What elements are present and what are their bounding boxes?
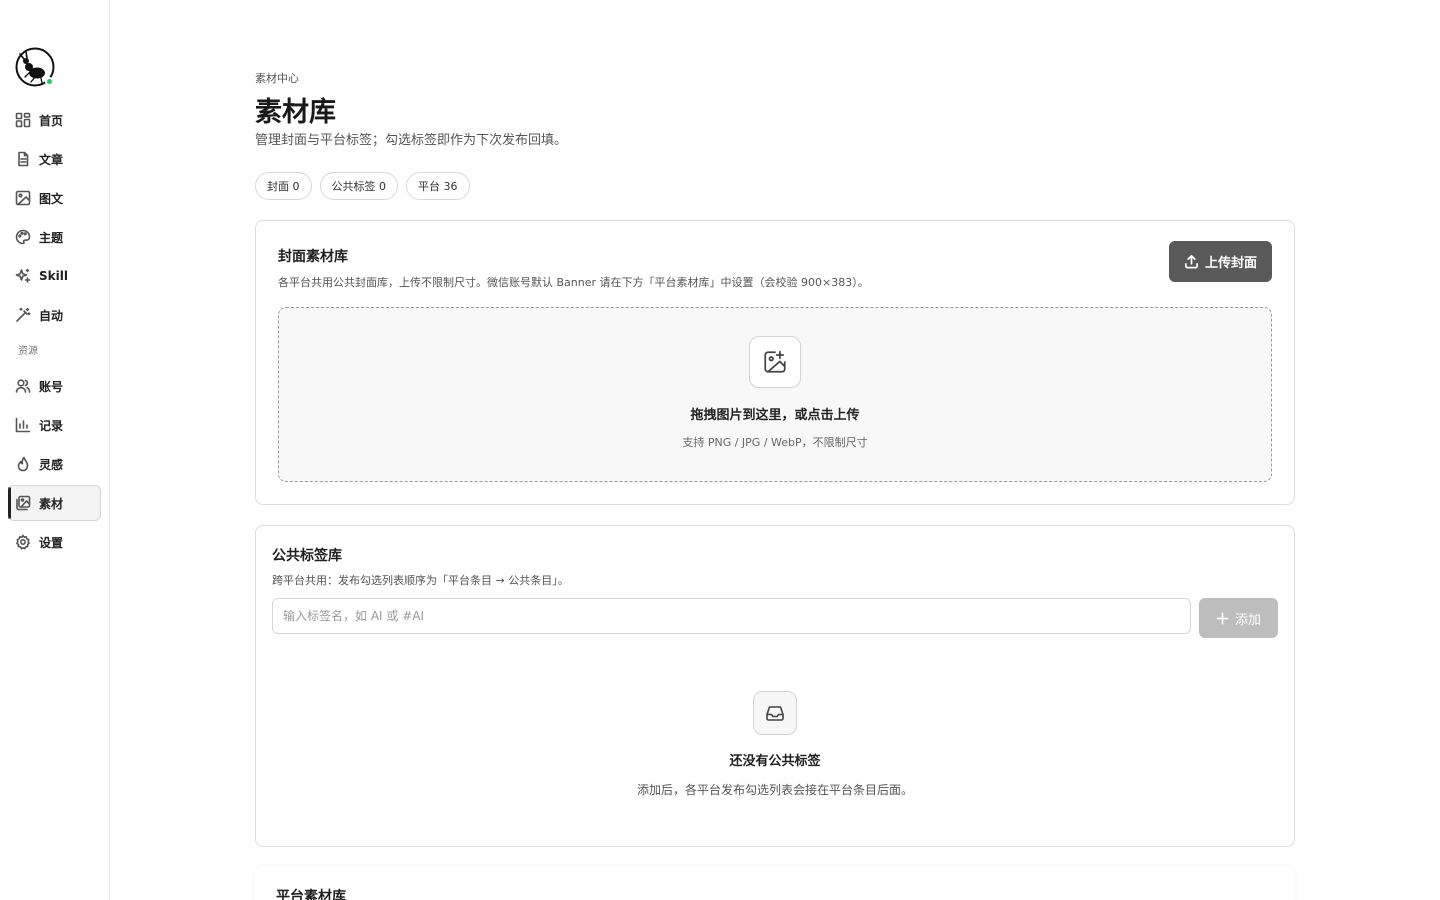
sidebar-item-label: 设置 <box>39 535 64 550</box>
sidebar-item-themes[interactable]: 主题 <box>8 219 101 255</box>
platform-library-card: 平台素材库 <box>255 866 1295 900</box>
sidebar-section-label: 资源 <box>18 346 38 357</box>
sidebar-item-label: 文章 <box>39 152 64 167</box>
sidebar-item-materials[interactable]: 素材 <box>8 485 101 521</box>
image-icon <box>15 190 31 206</box>
sidebar-item-label: 记录 <box>39 418 64 433</box>
sidebar-item-label: 首页 <box>39 113 64 128</box>
sidebar-item-skill[interactable]: Skill <box>8 258 101 294</box>
online-status-dot <box>45 77 54 86</box>
flame-icon <box>15 456 31 472</box>
tag-library-title: 公共标签库 <box>272 548 342 564</box>
sidebar-item-inspiration[interactable]: 灵感 <box>8 446 101 482</box>
users-icon <box>15 378 31 394</box>
page-title: 素材库 <box>255 97 336 128</box>
document-icon <box>15 151 31 167</box>
image-plus-icon <box>749 336 801 388</box>
tag-library-description: 跨平台共用：发布勾选列表顺序为「平台条目 → 公共条目」。 <box>272 574 569 587</box>
cover-library-description: 各平台共用公共封面库，上传不限制尺寸。微信账号默认 Banner 请在下方「平台… <box>278 276 869 289</box>
sidebar-item-home[interactable]: 首页 <box>8 102 101 138</box>
sidebar-item-image-text[interactable]: 图文 <box>8 180 101 216</box>
breadcrumb: 素材中心 <box>255 72 299 85</box>
sidebar-item-label: 图文 <box>39 191 64 206</box>
stat-chip-public-tags: 公共标签 0 <box>319 172 398 200</box>
cover-dropzone[interactable]: 拖拽图片到这里，或点击上传 支持 PNG / JPG / WebP，不限制尺寸 <box>278 307 1272 482</box>
stat-chip-platforms: 平台 36 <box>406 172 470 200</box>
upload-icon <box>1185 255 1198 269</box>
page-subtitle: 管理封面与平台标签；勾选标签即作为下次发布回填。 <box>255 133 568 148</box>
public-tag-library-card: 公共标签库 跨平台共用：发布勾选列表顺序为「平台条目 → 公共条目」。 添加 还… <box>255 525 1295 847</box>
cover-library-title: 封面素材库 <box>278 249 348 265</box>
sidebar-item-label: 灵感 <box>39 457 64 472</box>
stats-chips: 封面 0 公共标签 0 平台 36 <box>255 172 470 200</box>
bar-chart-icon <box>15 417 31 433</box>
sidebar-item-settings[interactable]: 设置 <box>8 524 101 560</box>
add-tag-button[interactable]: 添加 <box>1199 598 1278 638</box>
sidebar-item-accounts[interactable]: 账号 <box>8 368 101 404</box>
sidebar-item-label: 素材 <box>39 496 64 511</box>
plus-icon <box>1216 612 1229 624</box>
empty-state-description: 添加后，各平台发布勾选列表会接在平台条目后面。 <box>636 783 913 797</box>
dashboard-icon <box>15 112 31 128</box>
sidebar: 首页 文章 图文 主题 Skill 自动 资源 账号 记录 灵感 素材 设置 <box>0 0 110 900</box>
sidebar-item-label: 自动 <box>39 308 64 323</box>
add-tag-label: 添加 <box>1234 612 1261 628</box>
gear-icon <box>15 534 31 550</box>
dropzone-title: 拖拽图片到这里，或点击上传 <box>690 408 860 423</box>
tag-name-input[interactable] <box>272 598 1191 634</box>
sidebar-item-label: 账号 <box>39 379 64 394</box>
palette-icon <box>15 229 31 245</box>
images-icon <box>15 495 31 511</box>
sparkles-icon <box>15 268 31 284</box>
upload-cover-label: 上传封面 <box>1204 255 1257 270</box>
magic-wand-icon <box>15 307 31 323</box>
inbox-icon <box>753 691 797 735</box>
platform-library-title: 平台素材库 <box>276 889 346 900</box>
main-content: 素材中心 素材库 管理封面与平台标签；勾选标签即作为下次发布回填。 封面 0 公… <box>255 0 1295 900</box>
cover-library-card: 封面素材库 各平台共用公共封面库，上传不限制尺寸。微信账号默认 Banner 请… <box>255 220 1295 505</box>
sidebar-item-auto[interactable]: 自动 <box>8 297 101 333</box>
sidebar-item-records[interactable]: 记录 <box>8 407 101 443</box>
empty-state-title: 还没有公共标签 <box>729 754 821 769</box>
stat-chip-covers: 封面 0 <box>255 172 312 200</box>
sidebar-item-label: 主题 <box>39 230 64 245</box>
sidebar-item-articles[interactable]: 文章 <box>8 141 101 177</box>
dropzone-hint: 支持 PNG / JPG / WebP，不限制尺寸 <box>682 436 868 449</box>
sidebar-item-label: Skill <box>39 269 68 283</box>
main-nav: 首页 文章 图文 主题 Skill 自动 资源 账号 记录 灵感 素材 设置 <box>8 102 101 563</box>
upload-cover-button[interactable]: 上传封面 <box>1168 241 1272 282</box>
app-logo[interactable] <box>15 47 55 87</box>
